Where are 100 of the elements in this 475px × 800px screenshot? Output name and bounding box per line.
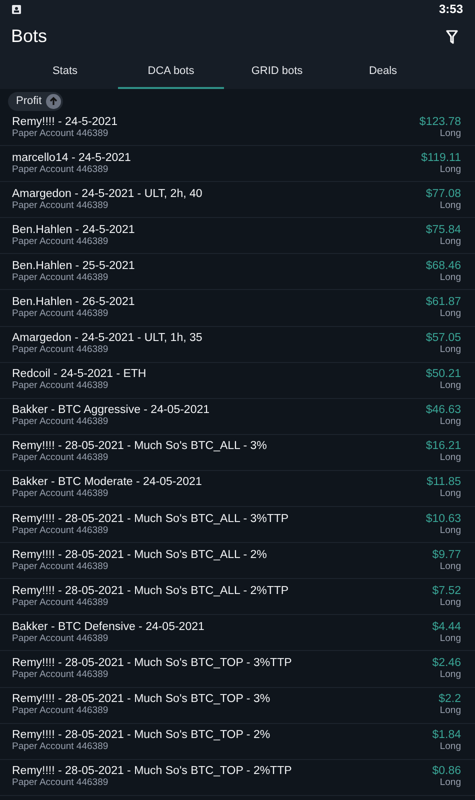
direction-label: Long	[440, 416, 461, 428]
sort-label: Profit	[16, 94, 42, 110]
account-label: Paper Account 446389	[12, 741, 110, 754]
direction-label: Long	[440, 200, 461, 212]
direction-label: Long	[440, 632, 461, 645]
account-label: Paper Account 446389	[12, 344, 110, 356]
tab[interactable]: GRID bots	[224, 55, 330, 89]
bot-name: Remy!!!! - 24-5-2021	[12, 116, 118, 128]
profit-amount: $77.08	[426, 188, 461, 200]
account-label: Paper Account 446389	[12, 164, 110, 176]
account-label: Paper Account 446389	[12, 777, 110, 790]
direction-label: Long	[440, 380, 461, 392]
account-label: Paper Account 446389	[12, 236, 110, 248]
bot-name: Remy!!!! - 28-05-2021 - Much So's BTC_TOP - 2%	[12, 729, 270, 742]
profit-amount: $0.86	[432, 765, 461, 778]
bot-name: Amargedon - 24-5-2021 - ULT, 2h, 40	[12, 188, 202, 200]
bot-row[interactable]: Redcoil - 24-5-2021 - ETH Paper Account 446389 $50.21 Long	[0, 362, 475, 399]
direction-label: Long	[440, 344, 461, 356]
bot-name: Bakker - BTC Aggressive - 24-05-2021	[12, 404, 210, 416]
bot-name: Ben.Hahlen - 25-5-2021	[12, 260, 135, 272]
profit-amount: $68.46	[426, 260, 461, 272]
direction-label: Long	[440, 164, 461, 176]
direction-label: Long	[440, 488, 461, 500]
bot-row[interactable]: Remy!!!! - 28-05-2021 - Much So's BTC_ALL - 2%TTP Paper Account 446389 $7.52 Long	[0, 579, 475, 616]
bot-row[interactable]: Remy!!!! - 28-05-2021 - Much So's BTC_ALL - 3%TTP Paper Account 446389 $10.63 Long	[0, 507, 475, 544]
direction-label: Long	[440, 741, 461, 754]
profit-amount: $2.2	[438, 693, 461, 706]
profit-amount: $2.46	[432, 656, 461, 669]
bot-row[interactable]: Ben.Hahlen - 26-5-2021 Paper Account 446389 $61.87 Long	[0, 290, 475, 327]
account-label: Paper Account 446389	[12, 705, 110, 718]
account-label: Paper Account 446389	[12, 524, 110, 537]
direction-label: Long	[440, 705, 461, 718]
profit-amount: $50.21	[426, 368, 461, 380]
bot-row[interactable]: Bakker - BTC Aggressive - 24-05-2021 Paper Account 446389 $46.63 Long	[0, 398, 475, 435]
profit-amount: $46.63	[426, 404, 461, 416]
profit-amount: $16.21	[426, 440, 461, 452]
direction-label: Long	[440, 668, 461, 681]
account-label: Paper Account 446389	[12, 272, 110, 284]
direction-label: Long	[440, 524, 461, 537]
tab[interactable]: Deals	[330, 55, 436, 89]
direction-label: Long	[440, 560, 461, 573]
bot-name: Remy!!!! - 28-05-2021 - Much So's BTC_ALL - 3%TTP	[12, 512, 289, 525]
profit-amount: $4.44	[432, 620, 461, 633]
account-label: Paper Account 446389	[12, 380, 110, 392]
profit-amount: $10.63	[426, 512, 461, 525]
tab[interactable]: Stats	[12, 55, 118, 89]
bot-row[interactable]: Ben.Hahlen - 24-5-2021 Paper Account 446389 $75.84 Long	[0, 218, 475, 254]
account-label: Paper Account 446389	[12, 488, 110, 500]
bot-row[interactable]: Remy!!!! - 28-05-2021 - Much So's BTC_ALL - 3% Paper Account 446389 $16.21 Long	[0, 434, 475, 471]
direction-label: Long	[440, 452, 461, 464]
status-time: 3:53	[438, 1, 463, 18]
bot-row[interactable]: Remy!!!! - 28-05-2021 - Much So's BTC_TOP - 2%TTP Paper Account 446389 $0.86 Long	[0, 760, 475, 796]
profit-amount: $75.84	[426, 224, 461, 236]
filter-button[interactable]	[444, 28, 460, 44]
account-label: Paper Account 446389	[12, 632, 110, 645]
filter-icon	[446, 30, 458, 44]
bot-row[interactable]: Remy!!!! - 28-05-2021 - Much So's BTC_TOP - 3%TTP Paper Account 446389 $2.46 Long	[0, 651, 475, 688]
bot-row[interactable]: Amargedon - 24-5-2021 - ULT, 1h, 35 Paper Account 446389 $57.05 Long	[0, 326, 475, 363]
direction-label: Long	[440, 128, 461, 140]
bot-row[interactable]: Amargedon - 24-5-2021 - ULT, 2h, 40 Paper Account 446389 $77.08 Long	[0, 182, 475, 218]
bot-name: Redcoil - 24-5-2021 - ETH	[12, 368, 146, 380]
profit-amount: $7.52	[432, 584, 461, 597]
bot-name: Remy!!!! - 28-05-2021 - Much So's BTC_ALL - 2%	[12, 548, 267, 561]
bot-name: Remy!!!! - 28-05-2021 - Much So's BTC_TOP - 3%TTP	[12, 656, 292, 669]
bot-name: Remy!!!! - 28-05-2021 - Much So's BTC_TOP - 2%TTP	[12, 765, 292, 778]
page-title: Bots	[11, 25, 48, 48]
account-label: Paper Account 446389	[12, 308, 110, 320]
tab[interactable]: DCA bots	[118, 55, 224, 89]
bot-row[interactable]: Remy!!!! - 28-05-2021 - Much So's BTC_TOP - 3% Paper Account 446389 $2.2 Long	[0, 688, 475, 724]
bot-name: Remy!!!! - 28-05-2021 - Much So's BTC_ALL - 2%TTP	[12, 584, 289, 597]
bot-name: Bakker - BTC Moderate - 24-05-2021	[12, 476, 202, 488]
account-label: Paper Account 446389	[12, 128, 110, 140]
bot-row[interactable]: Bakker - BTC Moderate - 24-05-2021 Paper Account 446389 $11.85 Long	[0, 470, 475, 508]
direction-label: Long	[440, 272, 461, 284]
arrow-up-icon	[46, 94, 61, 109]
profit-amount: $1.84	[432, 729, 461, 742]
bot-row[interactable]: Remy!!!! - 24-5-2021 Paper Account 446389 $123.78 Long	[0, 110, 475, 146]
bot-row[interactable]: Ben.Hahlen - 25-5-2021 Paper Account 446389 $68.46 Long	[0, 254, 475, 290]
account-label: Paper Account 446389	[12, 200, 110, 212]
sort-chip[interactable]: Profit	[8, 92, 63, 111]
bot-name: Remy!!!! - 28-05-2021 - Much So's BTC_TOP - 3%	[12, 693, 270, 706]
profit-amount: $11.85	[426, 476, 461, 488]
bot-row[interactable]: marcello14 - 24-5-2021 Paper Account 446389 $119.11 Long	[0, 146, 475, 182]
profit-amount: $61.87	[426, 296, 461, 308]
account-label: Paper Account 446389	[12, 560, 110, 573]
profit-amount: $123.78	[419, 116, 461, 128]
bot-name: marcello14 - 24-5-2021	[12, 152, 131, 164]
account-label: Paper Account 446389	[12, 668, 110, 681]
bot-name: Ben.Hahlen - 24-5-2021	[12, 224, 135, 236]
profit-amount: $9.77	[432, 548, 461, 561]
account-label: Paper Account 446389	[12, 452, 110, 464]
account-label: Paper Account 446389	[12, 416, 110, 428]
bot-name: Ben.Hahlen - 26-5-2021	[12, 296, 135, 308]
direction-label: Long	[440, 308, 461, 320]
bot-row[interactable]: Remy!!!! - 28-05-2021 - Much So's BTC_TOP - 2% Paper Account 446389 $1.84 Long	[0, 724, 475, 760]
bot-name: Amargedon - 24-5-2021 - ULT, 1h, 35	[12, 332, 202, 344]
bot-row[interactable]: Remy!!!! - 28-05-2021 - Much So's BTC_ALL - 2% Paper Account 446389 $9.77 Long	[0, 543, 475, 580]
direction-label: Long	[440, 777, 461, 790]
bot-name: Bakker - BTC Defensive - 24-05-2021	[12, 620, 204, 633]
bot-row[interactable]: Bakker - BTC Defensive - 24-05-2021 Paper Account 446389 $4.44 Long	[0, 615, 475, 652]
